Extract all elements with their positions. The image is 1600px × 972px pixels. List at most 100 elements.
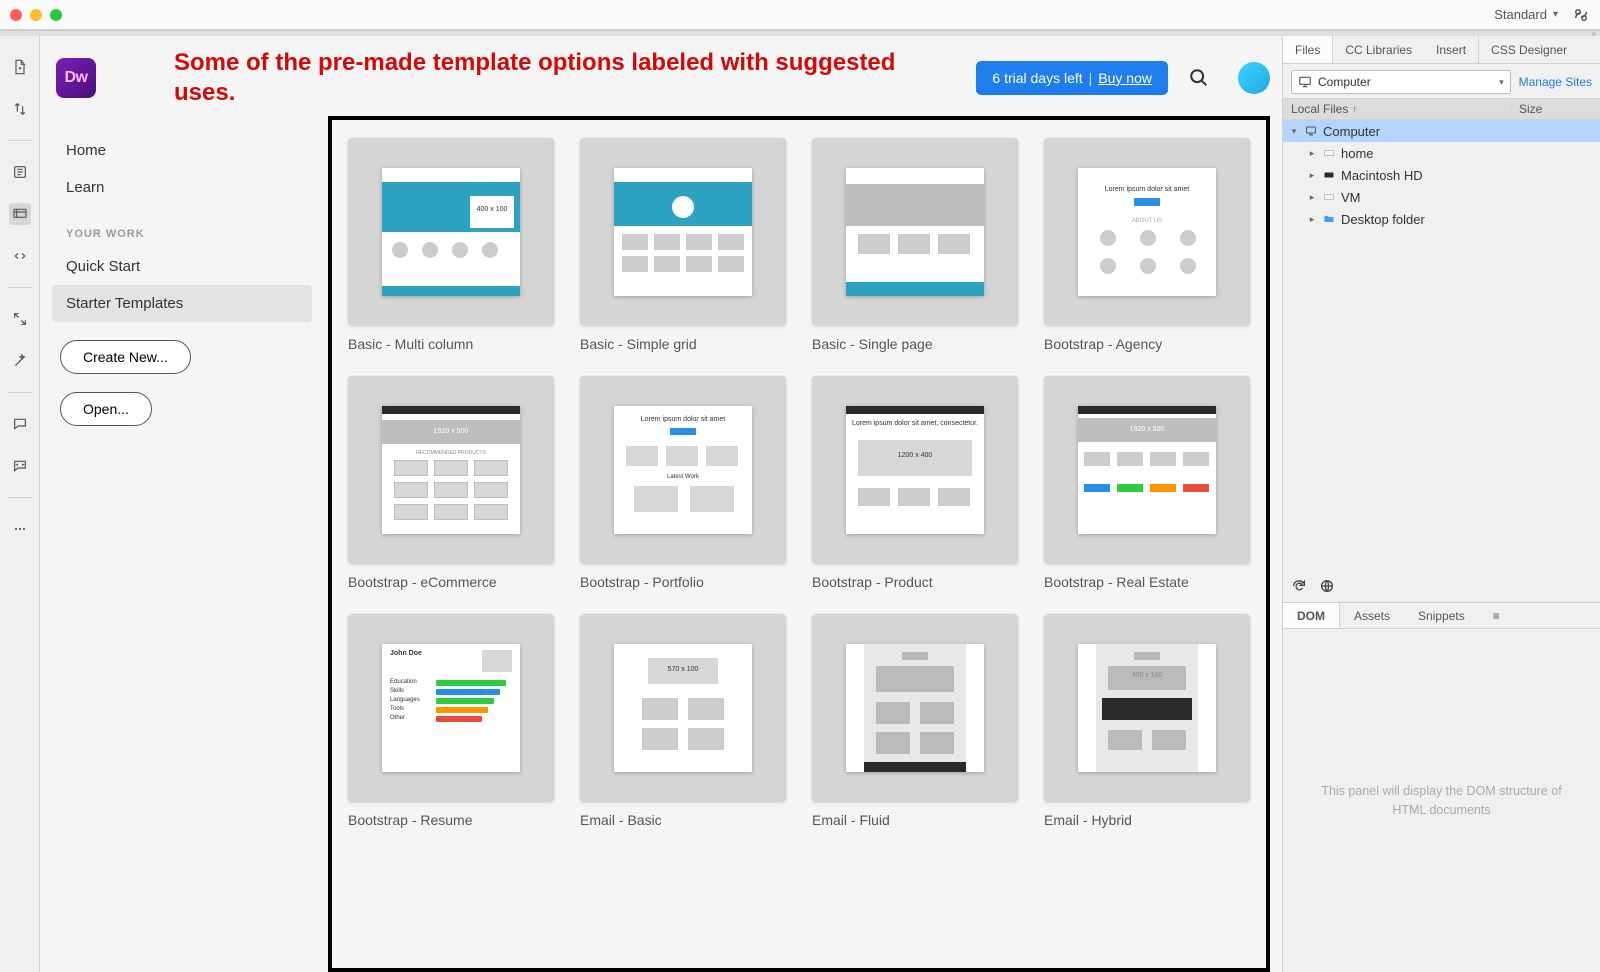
files-source-dropdown[interactable]: Computer bbox=[1291, 70, 1511, 94]
tab-css-designer[interactable]: CSS Designer bbox=[1478, 36, 1579, 63]
files-tree-row[interactable]: ▸ Desktop folder bbox=[1283, 208, 1600, 230]
trial-buy-button[interactable]: 6 trial days left | Buy now bbox=[976, 61, 1168, 95]
file-type-icon bbox=[1321, 168, 1337, 182]
template-thumbnail bbox=[812, 614, 1018, 802]
more-icon[interactable] bbox=[9, 518, 31, 540]
files-tree-row[interactable]: ▸ VM bbox=[1283, 186, 1600, 208]
disclosure-icon[interactable]: ▾ bbox=[1289, 126, 1299, 137]
tab-insert[interactable]: Insert bbox=[1424, 36, 1478, 63]
screenshot-annotation: Some of the pre-made template options la… bbox=[174, 48, 918, 108]
workspace-label: Standard bbox=[1494, 7, 1547, 22]
manage-sites-link[interactable]: Manage Sites bbox=[1519, 75, 1592, 89]
template-card[interactable]: 570 x 100 Email - Basic bbox=[580, 614, 786, 828]
trial-days-label: 6 trial days left bbox=[992, 70, 1082, 86]
nav-learn[interactable]: Learn bbox=[52, 169, 312, 206]
files-tree-row[interactable]: ▾ Computer bbox=[1283, 120, 1600, 142]
comment-code-icon[interactable] bbox=[9, 455, 31, 477]
window-close-icon[interactable] bbox=[10, 9, 22, 21]
template-caption: Basic - Multi column bbox=[348, 336, 554, 352]
globe-sync-icon[interactable] bbox=[1319, 578, 1335, 597]
files-panel-tabs: Files CC Libraries Insert CSS Designer bbox=[1283, 36, 1600, 64]
files-tree-row[interactable]: ▸ home bbox=[1283, 142, 1600, 164]
file-type-icon bbox=[1303, 124, 1319, 138]
tab-assets[interactable]: Assets bbox=[1340, 603, 1404, 628]
create-new-button[interactable]: Create New... bbox=[60, 340, 191, 374]
col-local-files[interactable]: Local Files bbox=[1291, 102, 1348, 116]
nav-home[interactable]: Home bbox=[52, 132, 312, 169]
git-updown-icon[interactable] bbox=[9, 98, 31, 120]
template-caption: Email - Fluid bbox=[812, 812, 1018, 828]
tab-dom[interactable]: DOM bbox=[1283, 603, 1340, 628]
template-thumbnail: 400 x 100 bbox=[348, 138, 554, 326]
template-card[interactable]: Lorem ipsum dolor sit amet, consectetur.… bbox=[812, 376, 1018, 590]
files-panel-footer bbox=[1283, 573, 1600, 603]
search-icon[interactable] bbox=[1186, 65, 1212, 91]
nav-starter-templates[interactable]: Starter Templates bbox=[52, 285, 312, 322]
trial-separator: | bbox=[1089, 70, 1093, 86]
tab-cc-libraries[interactable]: CC Libraries bbox=[1333, 36, 1424, 63]
template-caption: Bootstrap - Agency bbox=[1044, 336, 1250, 352]
template-card[interactable]: 400 x 100 Email - Hybrid bbox=[1044, 614, 1250, 828]
template-card[interactable]: John Doe EducationSkillsLanguagesToolsOt… bbox=[348, 614, 554, 828]
template-card[interactable]: 400 x 100 Basic - Multi column bbox=[348, 138, 554, 352]
open-button[interactable]: Open... bbox=[60, 392, 152, 426]
sort-asc-icon[interactable]: ↑ bbox=[1352, 104, 1357, 114]
code-brackets-icon[interactable] bbox=[9, 245, 31, 267]
files-column-header: Local Files ↑ Size bbox=[1283, 98, 1600, 120]
template-thumbnail bbox=[580, 138, 786, 326]
panel-menu-icon[interactable]: ≡ bbox=[1479, 603, 1514, 628]
files-tree-row[interactable]: ▸ Macintosh HD bbox=[1283, 164, 1600, 186]
file-row-label: Macintosh HD bbox=[1341, 168, 1423, 183]
template-card[interactable]: 1920 x 500 Bootstrap - Real Estate bbox=[1044, 376, 1250, 590]
disclosure-icon[interactable]: ▸ bbox=[1307, 170, 1317, 181]
start-header: Dw Some of the pre-made template options… bbox=[52, 48, 1270, 116]
extract-icon[interactable] bbox=[9, 161, 31, 183]
buy-now-link[interactable]: Buy now bbox=[1098, 70, 1152, 86]
dom-panel-tabs: DOM Assets Snippets ≡ bbox=[1283, 603, 1600, 629]
nav-quick-start[interactable]: Quick Start bbox=[52, 248, 312, 285]
disclosure-icon[interactable]: ▸ bbox=[1307, 192, 1317, 203]
template-thumbnail: 1920 x 500 RECOMMENDED PRODUCTS bbox=[348, 376, 554, 564]
template-thumbnail: Lorem ipsum dolor sit amet ABOUT US bbox=[1044, 138, 1250, 326]
settings-sync-icon[interactable] bbox=[1572, 6, 1590, 24]
expand-arrows-icon[interactable] bbox=[9, 308, 31, 330]
template-card[interactable]: Email - Fluid bbox=[812, 614, 1018, 828]
template-caption: Bootstrap - Resume bbox=[348, 812, 554, 828]
tab-files[interactable]: Files bbox=[1283, 36, 1333, 63]
template-caption: Email - Hybrid bbox=[1044, 812, 1250, 828]
template-card[interactable]: Basic - Simple grid bbox=[580, 138, 786, 352]
tab-snippets[interactable]: Snippets bbox=[1404, 603, 1479, 628]
window-titlebar: Standard bbox=[0, 0, 1600, 30]
live-view-icon[interactable] bbox=[9, 203, 31, 225]
templates-annotation-box: 400 x 100 Basic - Multi column Basic - S… bbox=[328, 116, 1270, 972]
refresh-icon[interactable] bbox=[1291, 578, 1307, 597]
template-card[interactable]: 1920 x 500 RECOMMENDED PRODUCTS Bootstra… bbox=[348, 376, 554, 590]
file-type-icon bbox=[1321, 190, 1337, 204]
template-thumbnail: John Doe EducationSkillsLanguagesToolsOt… bbox=[348, 614, 554, 802]
template-card[interactable]: Basic - Single page bbox=[812, 138, 1018, 352]
disclosure-icon[interactable]: ▸ bbox=[1307, 148, 1317, 159]
template-card[interactable]: Lorem ipsum dolor sit amet Latest Work B… bbox=[580, 376, 786, 590]
col-size[interactable]: Size bbox=[1510, 102, 1600, 116]
template-caption: Bootstrap - Real Estate bbox=[1044, 574, 1250, 590]
template-caption: Basic - Single page bbox=[812, 336, 1018, 352]
template-thumbnail: 1920 x 500 bbox=[1044, 376, 1250, 564]
window-zoom-icon[interactable] bbox=[50, 9, 62, 21]
file-row-label: Computer bbox=[1323, 124, 1380, 139]
template-caption: Email - Basic bbox=[580, 812, 786, 828]
new-file-icon[interactable] bbox=[9, 56, 31, 78]
template-thumbnail: Lorem ipsum dolor sit amet Latest Work bbox=[580, 376, 786, 564]
window-controls bbox=[10, 9, 62, 21]
tool-strip bbox=[0, 36, 40, 972]
start-screen: Dw Some of the pre-made template options… bbox=[40, 36, 1282, 972]
template-thumbnail: Lorem ipsum dolor sit amet, consectetur.… bbox=[812, 376, 1018, 564]
disclosure-icon[interactable]: ▸ bbox=[1307, 214, 1317, 225]
template-thumbnail: 400 x 100 bbox=[1044, 614, 1250, 802]
magic-wand-icon[interactable] bbox=[9, 350, 31, 372]
workspace-switcher[interactable]: Standard bbox=[1494, 7, 1558, 22]
template-thumbnail: 570 x 100 bbox=[580, 614, 786, 802]
account-avatar[interactable] bbox=[1238, 62, 1270, 94]
window-minimize-icon[interactable] bbox=[30, 9, 42, 21]
template-card[interactable]: Lorem ipsum dolor sit amet ABOUT US Boot… bbox=[1044, 138, 1250, 352]
comment-icon[interactable] bbox=[9, 413, 31, 435]
